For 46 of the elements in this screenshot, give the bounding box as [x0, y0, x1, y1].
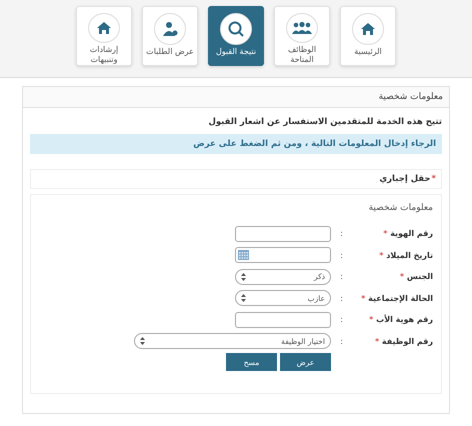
colon: :: [339, 294, 343, 303]
required-mark: *: [369, 315, 374, 324]
required-mark: *: [374, 336, 380, 346]
intro-text: تتيح هذه الخدمة للمتقدمين الاستفسار عن اشعار القبول: [207, 116, 442, 129]
input-field[interactable]: [235, 226, 331, 242]
input-field[interactable]: [235, 312, 331, 328]
section-title: معلومات شخصية: [368, 203, 433, 213]
calendar-icon: [238, 250, 249, 260]
nav-label: إرشادات وتنبيهات: [88, 45, 120, 65]
field-label: رقم الوظيفة: [382, 336, 433, 346]
nav-label: الوظائف المتاحة: [286, 45, 318, 65]
colon: :: [339, 250, 343, 260]
colon: :: [339, 336, 343, 346]
home-icon: [96, 21, 112, 35]
field-label: الحالة الإجتماعية: [368, 294, 433, 303]
user-icon: [162, 21, 178, 37]
updown-icon: [241, 294, 246, 302]
required-mark: *: [432, 174, 436, 184]
colon: :: [339, 229, 343, 238]
nav-tile[interactable]: نتيجة القبول: [208, 6, 264, 66]
nav-tile[interactable]: الوظائف المتاحة: [274, 6, 330, 66]
home-icon: [360, 22, 376, 36]
field-label: تاريخ الميلاد: [386, 250, 433, 260]
updown-icon: [241, 272, 246, 281]
required-mark: *: [379, 250, 384, 260]
nav-label: نتيجة القبول: [214, 47, 258, 57]
field-label: رقم الهوية: [390, 229, 433, 238]
nav-label: عرض الطلبات: [145, 47, 195, 57]
required-mark: *: [383, 229, 388, 238]
required-mark: *: [400, 272, 404, 282]
nav-label: الرئيسية: [353, 47, 383, 57]
colon: :: [339, 272, 343, 282]
people-group-icon: [292, 21, 312, 35]
field-label: الجنس: [406, 272, 433, 282]
field-label: رقم هوية الأب: [376, 315, 433, 324]
notice-bar: الرجاء إدخال المعلومات التالية ، ومن ثم الضغط على عرض: [30, 134, 442, 154]
nav-tile[interactable]: الرئيسية: [340, 6, 396, 66]
required-note-text: حقل إجباري: [379, 174, 431, 184]
nav-tile[interactable]: إرشادات وتنبيهات: [76, 6, 132, 66]
date-field[interactable]: [235, 247, 331, 264]
colon: :: [339, 315, 343, 324]
nav-tile[interactable]: عرض الطلبات: [142, 6, 198, 66]
panel-title: معلومات شخصية: [378, 92, 443, 102]
updown-icon: [140, 337, 145, 346]
search-icon: [227, 20, 245, 38]
required-mark: *: [361, 294, 366, 303]
